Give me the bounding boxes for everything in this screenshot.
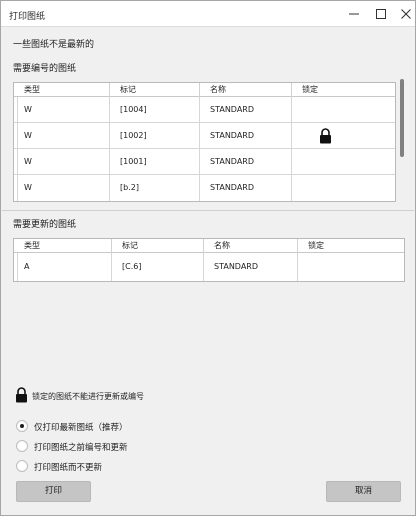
maximize-icon: [376, 9, 386, 19]
close-button[interactable]: [393, 3, 416, 25]
cell-locked: [292, 97, 395, 122]
cell-type: W: [14, 123, 110, 148]
column-header-mark[interactable]: 标记: [112, 239, 204, 253]
column-header-name[interactable]: 名称: [204, 239, 298, 253]
table-row[interactable]: W [b.2] STANDARD: [14, 175, 395, 201]
table-header: 类型 标记 名称 锁定: [14, 239, 404, 253]
column-header-name[interactable]: 名称: [200, 83, 292, 97]
radio-button[interactable]: [16, 460, 28, 472]
cell-mark: [1001]: [110, 149, 200, 174]
minimize-icon: [349, 13, 359, 15]
cell-name: STANDARD: [200, 175, 292, 201]
option-label: 打印图纸而不更新: [34, 463, 103, 473]
cell-type: W: [14, 149, 110, 174]
minimize-button[interactable]: [341, 3, 367, 25]
cell-locked: [298, 253, 404, 281]
update-table: 类型 标记 名称 锁定 A [C.6] STANDARD: [13, 238, 405, 282]
lock-icon: [320, 128, 331, 144]
cell-mark: [C.6]: [112, 253, 204, 281]
cell-locked: [292, 149, 395, 174]
cell-mark: [1002]: [110, 123, 200, 148]
print-sheets-dialog: 打印图纸 一些图纸不是最新的 需要编号的图纸 类型 标记 名称 锁定 W [10…: [0, 0, 416, 516]
table-row[interactable]: W [1004] STANDARD: [14, 97, 395, 123]
cell-type: W: [14, 97, 110, 122]
cell-mark: [1004]: [110, 97, 200, 122]
renumber-section-title: 需要编号的图纸: [13, 64, 77, 74]
cell-name: STANDARD: [200, 123, 292, 148]
section-divider: [2, 210, 414, 211]
lock-icon: [16, 387, 27, 403]
outdated-notice: 一些图纸不是最新的: [13, 40, 95, 50]
cell-mark: [b.2]: [110, 175, 200, 201]
close-icon: [401, 9, 411, 19]
column-header-type[interactable]: 类型: [14, 83, 110, 97]
cell-name: STANDARD: [200, 149, 292, 174]
radio-button[interactable]: [16, 420, 28, 432]
cell-type: W: [14, 175, 110, 201]
lock-note: 锁定的图纸不能进行更新或编号: [32, 392, 144, 401]
cell-locked: [292, 175, 395, 201]
cell-type: A: [14, 253, 112, 281]
update-section-title: 需要更新的图纸: [13, 220, 77, 230]
table-header: 类型 标记 名称 锁定: [14, 83, 395, 97]
cell-name: STANDARD: [204, 253, 298, 281]
table-row[interactable]: A [C.6] STANDARD: [14, 253, 404, 281]
cancel-button[interactable]: 取消: [326, 481, 401, 502]
renumber-table: 类型 标记 名称 锁定 W [1004] STANDARD W [1002] S…: [13, 82, 396, 202]
renumber-table-scrollbar[interactable]: [400, 79, 404, 157]
option-label: 打印图纸之前编号和更新: [34, 443, 128, 453]
option-label: 仅打印最新图纸（推荐）: [34, 423, 128, 433]
radio-button[interactable]: [16, 440, 28, 452]
print-button[interactable]: 打印: [16, 481, 91, 502]
column-header-locked[interactable]: 锁定: [292, 83, 395, 97]
column-header-mark[interactable]: 标记: [110, 83, 200, 97]
column-header-locked[interactable]: 锁定: [298, 239, 404, 253]
table-row[interactable]: W [1001] STANDARD: [14, 149, 395, 175]
maximize-button[interactable]: [368, 3, 394, 25]
cell-name: STANDARD: [200, 97, 292, 122]
cell-locked: [292, 123, 395, 148]
table-row[interactable]: W [1002] STANDARD: [14, 123, 395, 149]
title-bar: 打印图纸: [1, 1, 415, 27]
window-title: 打印图纸: [9, 12, 46, 22]
column-header-type[interactable]: 类型: [14, 239, 112, 253]
